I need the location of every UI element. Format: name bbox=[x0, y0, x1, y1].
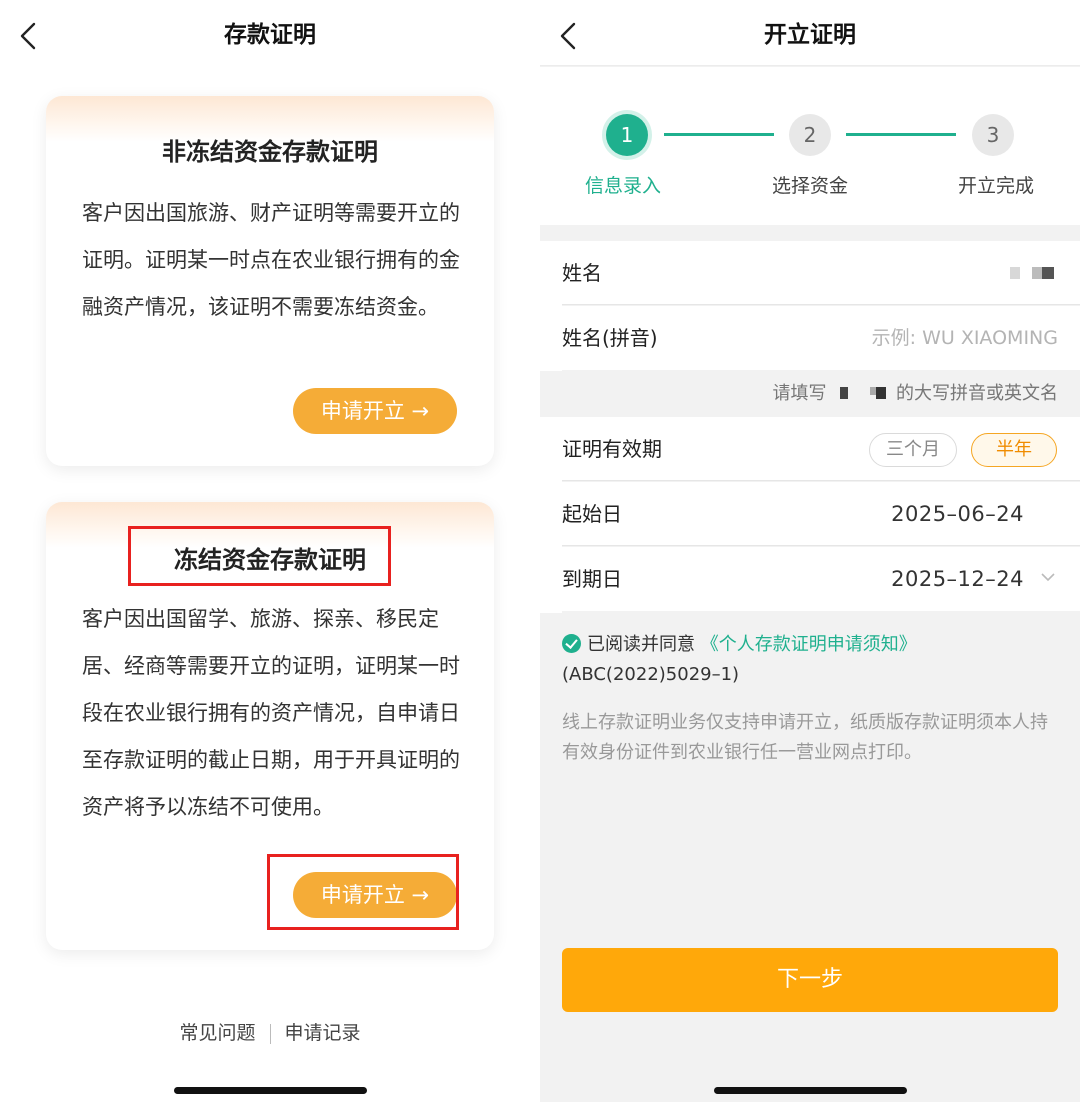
nav-bar: 存款证明 bbox=[0, 0, 540, 68]
nav-bar: 开立证明 bbox=[540, 0, 1080, 66]
step-2-circle: 2 bbox=[789, 114, 831, 156]
pinyin-hint: 请填写 的大写拼音或英文名 bbox=[540, 371, 1080, 417]
hint-prefix: 请填写 bbox=[772, 383, 827, 404]
start-date-value: 2025–06–24 bbox=[891, 502, 1024, 526]
page-title: 开立证明 bbox=[764, 22, 856, 48]
step-1-label: 信息录入 bbox=[584, 175, 661, 197]
card-title: 非冻结资金存款证明 bbox=[162, 138, 378, 166]
hint-text: 请填写 的大写拼音或英文名 bbox=[773, 371, 1058, 417]
pinyin-row: 姓名(拼音) 示例: WU XIAOMING bbox=[562, 306, 1080, 370]
faq-link[interactable]: 常见问题 bbox=[179, 1022, 255, 1044]
step-3-label: 开立完成 bbox=[957, 175, 1034, 197]
start-date-row: 起始日 2025–06–24 bbox=[562, 482, 1080, 546]
hint-suffix: 的大写拼音或英文名 bbox=[896, 383, 1058, 404]
start-date-label: 起始日 bbox=[562, 502, 622, 526]
step-2-label: 选择资金 bbox=[771, 175, 848, 197]
masked-name-inline bbox=[832, 385, 890, 401]
agreement-checkbox[interactable] bbox=[562, 634, 581, 653]
pinyin-label: 姓名(拼音) bbox=[562, 326, 658, 350]
highlight-box-title bbox=[128, 526, 391, 586]
pinyin-input[interactable]: 示例: WU XIAOMING bbox=[872, 306, 1058, 370]
next-button[interactable]: 下一步 bbox=[562, 948, 1058, 1012]
home-indicator bbox=[714, 1087, 907, 1094]
step-1-circle: 1 bbox=[606, 114, 648, 156]
non-frozen-certificate-card: 非冻结资金存款证明 客户因出国旅游、财产证明等需要开立的证明。证明某一时点在农业… bbox=[46, 96, 494, 466]
row-gutter bbox=[540, 241, 562, 371]
step-3-circle: 3 bbox=[972, 114, 1014, 156]
agreement-text: 已阅读并同意 bbox=[587, 634, 695, 655]
deposit-certificate-screen: 存款证明 非冻结资金存款证明 客户因出国旅游、财产证明等需要开立的证明。证明某一… bbox=[0, 0, 540, 1102]
step-connector bbox=[846, 133, 956, 136]
validity-option-6-months[interactable]: 半年 bbox=[971, 433, 1057, 467]
records-link[interactable]: 申请记录 bbox=[285, 1022, 361, 1044]
end-date-row[interactable]: 到期日 2025–12–24 bbox=[562, 547, 1080, 611]
agreement-code: (ABC(2022)5029–1) bbox=[562, 664, 740, 685]
masked-name-value bbox=[1010, 267, 1058, 279]
name-label: 姓名 bbox=[562, 261, 602, 285]
open-certificate-screen: 开立证明 1 2 3 信息录入 选择资金 开立完成 姓名 姓名(拼音) 示例: … bbox=[540, 0, 1080, 1102]
end-date-value: 2025–12–24 bbox=[891, 567, 1024, 591]
apply-button[interactable]: 申请开立 → bbox=[293, 388, 457, 434]
name-row[interactable]: 姓名 bbox=[562, 241, 1080, 305]
agreement-link[interactable]: 《个人存款证明申请须知》 bbox=[701, 634, 917, 655]
end-date-label: 到期日 bbox=[562, 567, 622, 591]
card-description: 客户因出国留学、旅游、探亲、移民定居、经商等需要开立的证明，证明某一时段在农业银… bbox=[82, 607, 460, 819]
highlight-box-button bbox=[267, 854, 459, 930]
progress-stepper: 1 2 3 信息录入 选择资金 开立完成 bbox=[540, 67, 1080, 225]
validity-option-3-months[interactable]: 三个月 bbox=[869, 433, 957, 467]
screens: 存款证明 非冻结资金存款证明 客户因出国旅游、财产证明等需要开立的证明。证明某一… bbox=[0, 0, 1080, 1102]
agreement: 已阅读并同意 《个人存款证明申请须知》 (ABC(2022)5029–1) bbox=[562, 630, 1062, 690]
divider bbox=[269, 1023, 271, 1044]
footer-links: 常见问题 申请记录 bbox=[0, 1020, 540, 1046]
validity-label: 证明有效期 bbox=[562, 437, 662, 461]
home-indicator bbox=[174, 1087, 367, 1094]
card-description: 客户因出国旅游、财产证明等需要开立的证明。证明某一时点在农业银行拥有的金融资产情… bbox=[82, 201, 460, 319]
row-gutter bbox=[540, 417, 562, 613]
page-title: 存款证明 bbox=[224, 22, 316, 48]
notice-text: 线上存款证明业务仅支持申请开立，纸质版存款证明须本人持有效身份证件到农业银行任一… bbox=[562, 712, 1048, 763]
validity-row: 证明有效期 三个月 半年 bbox=[562, 417, 1080, 481]
chevron-down-icon[interactable] bbox=[1040, 569, 1056, 585]
step-connector bbox=[664, 133, 774, 136]
